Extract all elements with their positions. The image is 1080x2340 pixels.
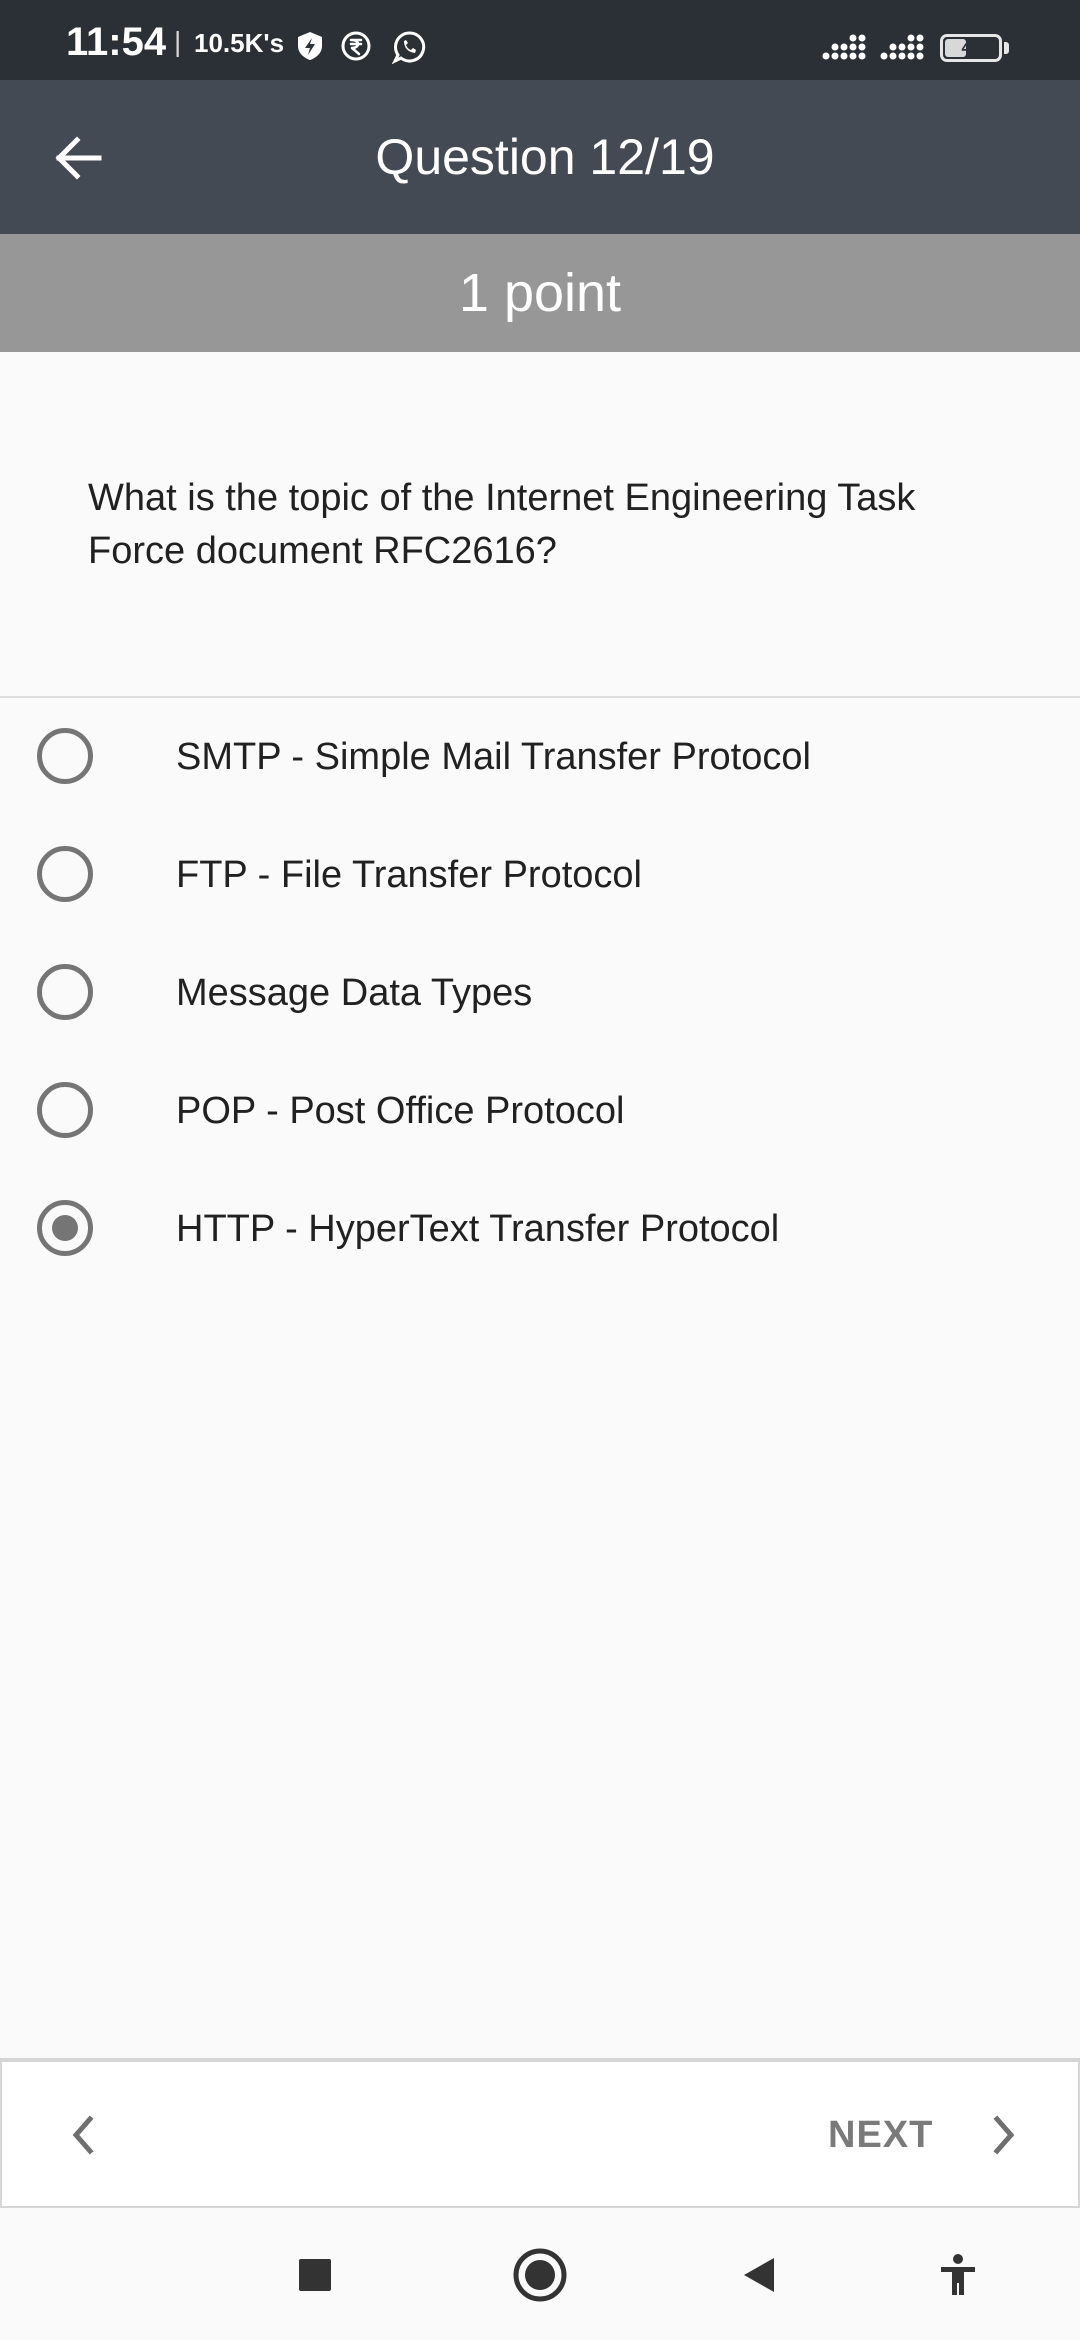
battery-tip <box>1004 42 1009 54</box>
chevron-left-icon <box>72 2115 94 2155</box>
radio-button[interactable] <box>37 846 93 902</box>
radio-button[interactable] <box>37 728 93 784</box>
chevron-right-icon <box>980 2092 1030 2178</box>
signal-icon-1 <box>822 34 870 62</box>
app-bar: Question 12/19 <box>0 80 1080 234</box>
system-navigation-bar <box>0 2210 1080 2340</box>
arrow-left-icon <box>55 136 102 180</box>
option-label: HTTP - HyperText Transfer Protocol <box>176 1208 780 1250</box>
question-text: What is the topic of the Internet Engine… <box>88 477 916 572</box>
status-bar: 11:54 | 10.5K's 41 <box>0 0 1080 80</box>
network-speed: 10.5K's <box>194 28 285 58</box>
circle-home-icon[interactable] <box>505 2240 575 2310</box>
divider <box>0 696 1080 698</box>
rupee-circle-icon <box>340 30 372 62</box>
triangle-back-icon[interactable] <box>725 2240 795 2310</box>
option-message-data-types[interactable]: Message Data Types <box>0 938 1080 1048</box>
status-time: 11:54 <box>66 20 167 64</box>
page-title: Question 12/19 <box>375 129 715 185</box>
option-ftp[interactable]: FTP - File Transfer Protocol <box>0 820 1080 930</box>
battery-level: 41 <box>961 38 981 57</box>
bottom-navigation: NEXT <box>0 2058 1080 2208</box>
whatsapp-icon <box>391 30 426 65</box>
radio-button[interactable] <box>37 1082 93 1138</box>
status-separator: | <box>174 26 182 57</box>
radio-dot <box>52 1215 78 1241</box>
option-label: SMTP - Simple Mail Transfer Protocol <box>176 736 811 778</box>
accessibility-icon[interactable] <box>923 2240 993 2310</box>
option-label: FTP - File Transfer Protocol <box>176 854 642 896</box>
radio-button[interactable] <box>37 1200 93 1256</box>
option-smtp[interactable]: SMTP - Simple Mail Transfer Protocol <box>0 702 1080 812</box>
radio-button[interactable] <box>37 964 93 1020</box>
option-label: POP - Post Office Protocol <box>176 1090 625 1132</box>
next-label: NEXT <box>828 2114 934 2156</box>
square-recents-icon[interactable] <box>280 2240 350 2310</box>
back-button[interactable] <box>40 120 116 196</box>
battery-icon: 41 <box>940 34 1002 62</box>
option-pop[interactable]: POP - Post Office Protocol <box>0 1056 1080 1166</box>
points-banner: 1 point <box>0 234 1080 352</box>
shield-bolt-icon <box>294 30 326 62</box>
signal-icon-2 <box>880 34 928 62</box>
previous-button[interactable] <box>42 2092 122 2178</box>
option-http[interactable]: HTTP - HyperText Transfer Protocol <box>0 1174 1080 1284</box>
option-label: Message Data Types <box>176 972 533 1014</box>
